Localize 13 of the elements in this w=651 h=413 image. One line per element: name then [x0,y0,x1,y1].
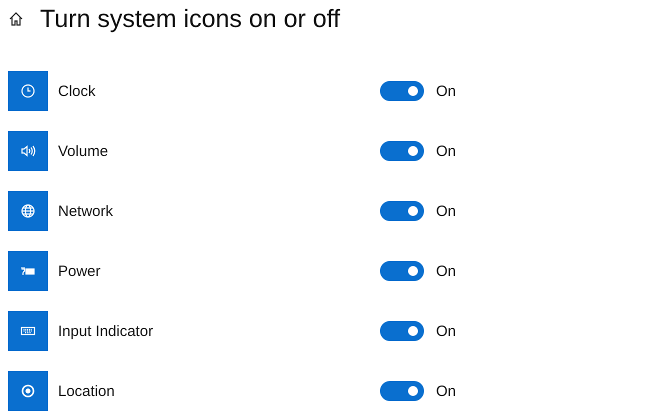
toggle-state-label: On [436,142,456,160]
toggle-state-label: On [436,202,456,220]
page-title: Turn system icons on or off [40,4,340,34]
setting-label: Volume [58,142,110,160]
toggle-state-label: On [436,262,456,280]
toggle-state-label: On [436,322,456,340]
setting-label: Input Indicator [58,322,154,340]
setting-label: Power [58,262,102,280]
setting-label: Clock [58,82,97,100]
toggle-state-label: On [436,382,456,400]
toggle-state-label: On [436,82,456,100]
setting-label: Location [58,382,116,400]
setting-label: Network [58,202,114,220]
